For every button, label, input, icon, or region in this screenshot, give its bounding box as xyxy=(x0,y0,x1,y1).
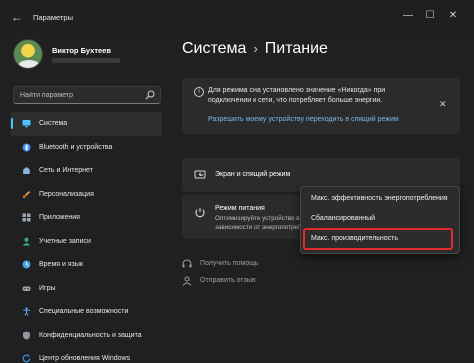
breadcrumb-parent[interactable]: Система xyxy=(182,40,246,57)
sidebar-item-label: Время и язык xyxy=(39,261,83,269)
gamepad-icon xyxy=(22,286,31,291)
back-arrow-icon[interactable]: ← xyxy=(11,10,25,24)
bluetooth-icon xyxy=(22,143,31,152)
minimize-button[interactable]: — xyxy=(401,9,415,23)
sleep-warning-banner: i Для режима сна установлено значение «Н… xyxy=(182,78,460,134)
power-mode-description-line: зависимости от энергопотребления и произ… xyxy=(215,224,301,231)
dropdown-option-efficiency[interactable]: Макс. эффективность энергопотребления xyxy=(311,195,448,202)
sidebar-item-network[interactable]: Сеть и Интернет xyxy=(10,159,162,183)
monitor-icon xyxy=(22,120,31,128)
sidebar-item-accessibility[interactable]: Специальные возможности xyxy=(10,300,162,324)
sidebar-item-time-language[interactable]: Время и язык xyxy=(10,253,162,277)
breadcrumb: Система › Питание xyxy=(182,40,328,58)
maximize-button[interactable]: ☐ xyxy=(423,9,437,23)
info-icon: i xyxy=(194,87,204,97)
sidebar-nav: Система Bluetooth и устройства Сеть и Ин… xyxy=(10,112,162,363)
sidebar-item-accounts[interactable]: Учетные записи xyxy=(10,230,162,254)
highlight-box xyxy=(303,228,453,250)
power-mode-title: Режим питания xyxy=(215,205,265,212)
close-button[interactable]: ✕ xyxy=(446,9,460,23)
apps-icon xyxy=(22,213,31,222)
allow-sleep-link[interactable]: Разрешить моему устройству переходить в … xyxy=(208,116,399,123)
sidebar-item-label: Сеть и Интернет xyxy=(39,167,93,175)
sidebar-item-apps[interactable]: Приложения xyxy=(10,206,162,230)
send-feedback-link[interactable]: Отправить отзыв xyxy=(200,277,256,284)
search-input[interactable] xyxy=(20,89,144,102)
sidebar-item-label: Bluetooth и устройства xyxy=(39,143,113,151)
sidebar-item-label: Центр обновления Windows xyxy=(39,355,131,363)
dropdown-option-balanced[interactable]: Сбалансированный xyxy=(311,215,375,222)
sidebar-item-system[interactable]: Система xyxy=(10,112,162,136)
sidebar-item-label: Учетные записи xyxy=(39,237,91,245)
sidebar-item-label: Специальные возможности xyxy=(39,308,129,316)
banner-close-icon[interactable]: ✕ xyxy=(439,100,448,109)
shield-icon xyxy=(23,331,30,340)
title-bar: ← Параметры — ☐ ✕ xyxy=(0,0,474,34)
chevron-down-icon[interactable]: ⌄ xyxy=(198,168,206,179)
sidebar-item-windows-update[interactable]: Центр обновления Windows xyxy=(10,347,162,363)
user-name: Виктор Бухтеев xyxy=(52,46,111,55)
breadcrumb-separator: › xyxy=(253,41,258,56)
sidebar-item-label: Конфиденциальность и защита xyxy=(39,331,142,339)
help-icon xyxy=(182,259,192,268)
power-mode-icon xyxy=(195,208,205,218)
sidebar-item-personalization[interactable]: Персонализация xyxy=(10,183,162,207)
window-title: Параметры xyxy=(33,13,73,22)
person-icon xyxy=(22,237,31,246)
globe-clock-icon xyxy=(22,260,31,269)
sidebar-item-label: Игры xyxy=(39,284,56,292)
sidebar-item-bluetooth[interactable]: Bluetooth и устройства xyxy=(10,136,162,160)
search-box[interactable] xyxy=(13,86,161,104)
sidebar-item-privacy[interactable]: Конфиденциальность и защита xyxy=(10,324,162,348)
page-title: Питание xyxy=(264,40,328,57)
sidebar-item-label: Персонализация xyxy=(39,190,94,198)
feedback-icon xyxy=(182,276,192,286)
wifi-icon xyxy=(23,167,30,175)
sidebar-item-label: Система xyxy=(39,120,68,128)
accessibility-icon xyxy=(23,307,30,316)
sidebar-item-gaming[interactable]: Игры xyxy=(10,277,162,301)
search-icon[interactable] xyxy=(145,90,155,100)
brush-icon xyxy=(22,190,30,198)
sidebar-item-label: Приложения xyxy=(39,214,80,222)
avatar[interactable] xyxy=(13,39,43,69)
banner-text: Для режима сна установлено значение «Ник… xyxy=(208,87,386,104)
power-mode-description-line: Оптимизируйте устройство в xyxy=(215,215,300,222)
screen-sleep-title: Экран и спящий режим xyxy=(215,171,291,178)
user-email-redacted xyxy=(52,58,120,63)
get-help-link[interactable]: Получить помощь xyxy=(200,260,259,267)
update-icon xyxy=(22,354,31,363)
